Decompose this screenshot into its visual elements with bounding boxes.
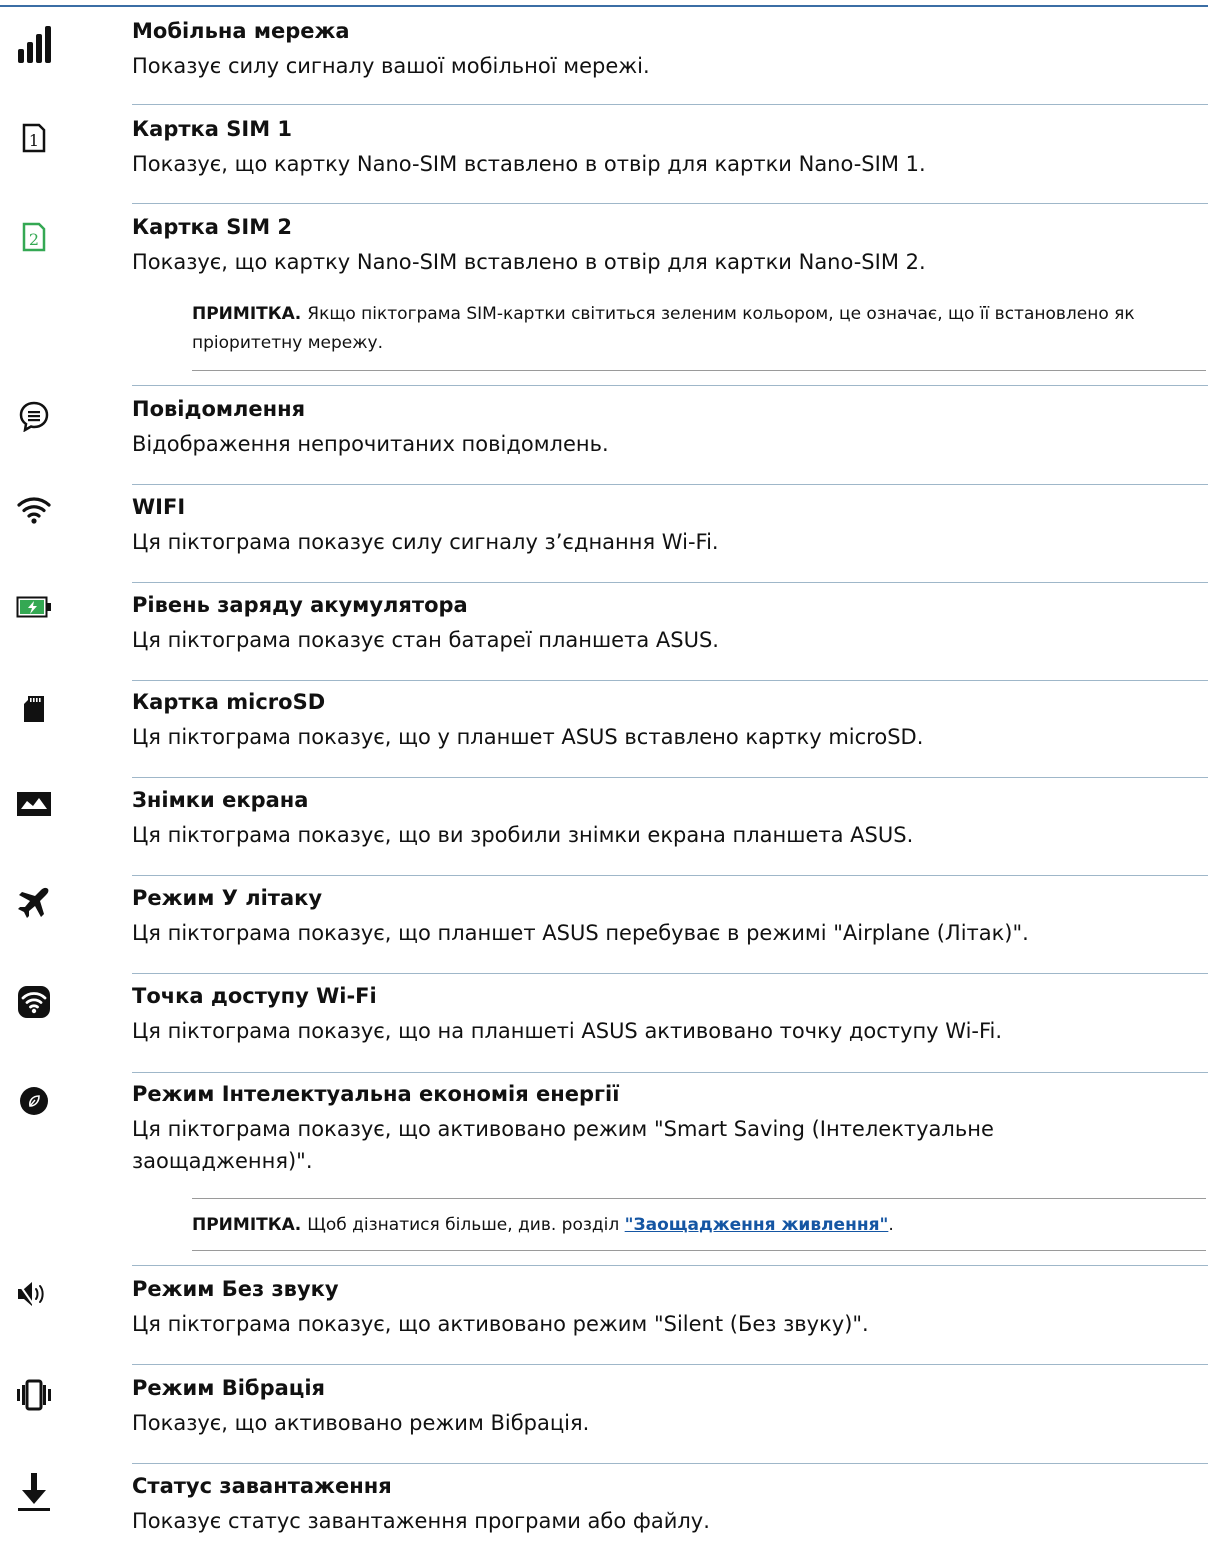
item-description: Ця піктограма показує, що на планшеті AS… — [132, 1019, 1003, 1043]
divider — [132, 203, 1208, 204]
note-text: Якщо піктограма SIM-картки світиться зел… — [192, 304, 1135, 353]
svg-text:1: 1 — [29, 131, 39, 150]
item-title: WIFI — [132, 495, 186, 519]
item-description: Показує, що картку Nano-SIM вставлено в … — [132, 152, 926, 176]
divider — [132, 973, 1208, 974]
battery-charging-icon — [14, 587, 54, 627]
sim-2-icon: 2 — [14, 217, 54, 257]
wifi-icon — [14, 490, 54, 530]
note-label: ПРИМІТКА. — [192, 1215, 302, 1235]
divider — [132, 777, 1208, 778]
divider — [132, 1463, 1208, 1464]
top-rule — [0, 5, 1208, 7]
item-description: Показує, що картку Nano-SIM вставлено в … — [132, 250, 926, 274]
hotspot-icon — [14, 982, 54, 1022]
item-title: Точка доступу Wi-Fi — [132, 984, 377, 1008]
divider — [132, 1265, 1208, 1266]
divider — [132, 680, 1208, 681]
item-title: Режим Без звуку — [132, 1277, 339, 1301]
item-title: Картка SIM 2 — [132, 215, 293, 239]
item-description: Показує, що активовано режим Вібрація. — [132, 1411, 590, 1435]
signal-bars-icon — [14, 24, 54, 64]
note-text-end: . — [888, 1215, 894, 1235]
item-title: Статус завантаження — [132, 1474, 392, 1498]
divider — [132, 385, 1208, 386]
divider — [132, 1364, 1208, 1365]
screenshot-icon — [14, 784, 54, 824]
note-sim: ПРИМІТКА. Якщо піктограма SIM-картки світ… — [192, 300, 1202, 358]
item-description: Ця піктограма показує, що активовано реж… — [132, 1117, 994, 1173]
divider — [132, 104, 1208, 105]
airplane-icon — [14, 883, 54, 923]
note-saving: ПРИМІТКА. Щоб дізнатися більше, див. розд… — [192, 1211, 1202, 1240]
item-description: Відображення непрочитаних повідомлень. — [132, 432, 609, 456]
download-icon — [14, 1472, 54, 1512]
note-underline — [192, 1250, 1206, 1251]
item-title: Картка SIM 1 — [132, 117, 293, 141]
item-title: Мобільна мережа — [132, 19, 350, 43]
note-text: Щоб дізнатися більше, див. розділ — [307, 1215, 620, 1235]
smart-saving-icon — [14, 1081, 54, 1121]
note-underline — [192, 370, 1206, 371]
divider — [132, 875, 1208, 876]
divider — [132, 1072, 1208, 1073]
item-title: Рівень заряду акумулятора — [132, 593, 468, 617]
note-label: ПРИМІТКА. — [192, 304, 302, 324]
item-description: Ця піктограма показує, що ви зробили зні… — [132, 823, 914, 847]
divider — [132, 484, 1208, 485]
item-description: Показує статус завантаження програми або… — [132, 1509, 710, 1533]
item-title: Повідомлення — [132, 397, 306, 421]
sim-1-icon: 1 — [14, 118, 54, 158]
svg-text:2: 2 — [29, 230, 39, 249]
item-description: Ця піктограма показує, що у планшет ASUS… — [132, 725, 924, 749]
microsd-icon — [14, 689, 54, 729]
divider — [132, 582, 1208, 583]
silent-icon — [14, 1274, 54, 1314]
item-description: Ця піктограма показує, що планшет ASUS п… — [132, 921, 1029, 945]
item-description: Ця піктограма показує стан батареї планш… — [132, 628, 719, 652]
item-description: Ця піктограма показує, що активовано реж… — [132, 1312, 869, 1336]
power-saving-link[interactable]: "Заощадження живлення" — [625, 1215, 889, 1235]
item-title: Картка microSD — [132, 690, 326, 714]
item-title: Знімки екрана — [132, 788, 309, 812]
note-overline — [192, 1198, 1206, 1199]
item-title: Режим Вібрація — [132, 1376, 326, 1400]
message-icon — [14, 396, 54, 436]
item-title: Режим У літаку — [132, 886, 323, 910]
item-description: Ця піктограма показує силу сигналу з’єдн… — [132, 530, 719, 554]
item-title: Режим Інтелектуальна економія енергії — [132, 1082, 620, 1106]
item-description: Показує силу сигналу вашої мобільної мер… — [132, 54, 650, 78]
vibrate-icon — [14, 1375, 54, 1415]
